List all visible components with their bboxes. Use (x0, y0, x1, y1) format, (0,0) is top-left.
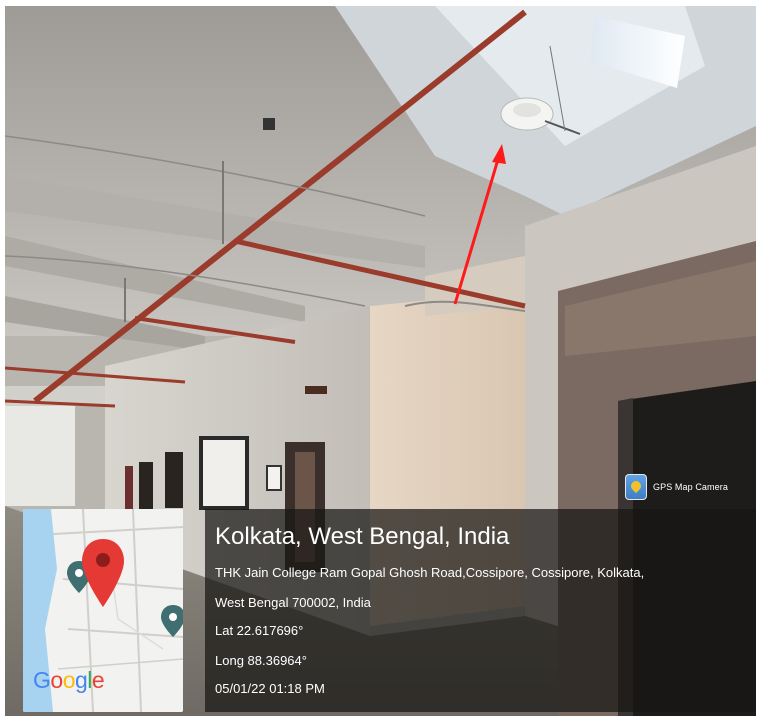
location-overlay: Google Kolkata, West Bengal, India THK J… (23, 509, 756, 712)
watermark-app-name: GPS Map Camera (653, 482, 728, 492)
notice-board (199, 436, 249, 510)
location-info-panel: Kolkata, West Bengal, India THK Jain Col… (205, 509, 756, 712)
gps-map-camera-watermark: GPS Map Camera (625, 472, 728, 502)
date-time: 05/01/22 01:18 PM (215, 681, 325, 696)
map-thumbnail: Google (23, 509, 183, 712)
google-logo-letter: e (91, 667, 105, 693)
longitude: Long 88.36964° (215, 653, 307, 668)
google-logo-letter: g (74, 667, 88, 693)
google-logo-letter: o (50, 667, 63, 693)
google-logo-letter: o (62, 667, 76, 693)
google-logo-letter: G (33, 667, 51, 693)
latitude: Lat 22.617696° (215, 623, 304, 638)
google-logo: Google (33, 667, 105, 694)
photo-frame: GPS Map Camera Google Kolkata, West Beng… (5, 6, 756, 716)
location-title: Kolkata, West Bengal, India (215, 523, 510, 550)
far-window (5, 406, 75, 506)
gps-map-camera-icon (625, 474, 647, 500)
address-line-1: THK Jain College Ram Gopal Ghosh Road,Co… (215, 565, 645, 580)
address-line-2: West Bengal 700002, India (215, 595, 371, 610)
